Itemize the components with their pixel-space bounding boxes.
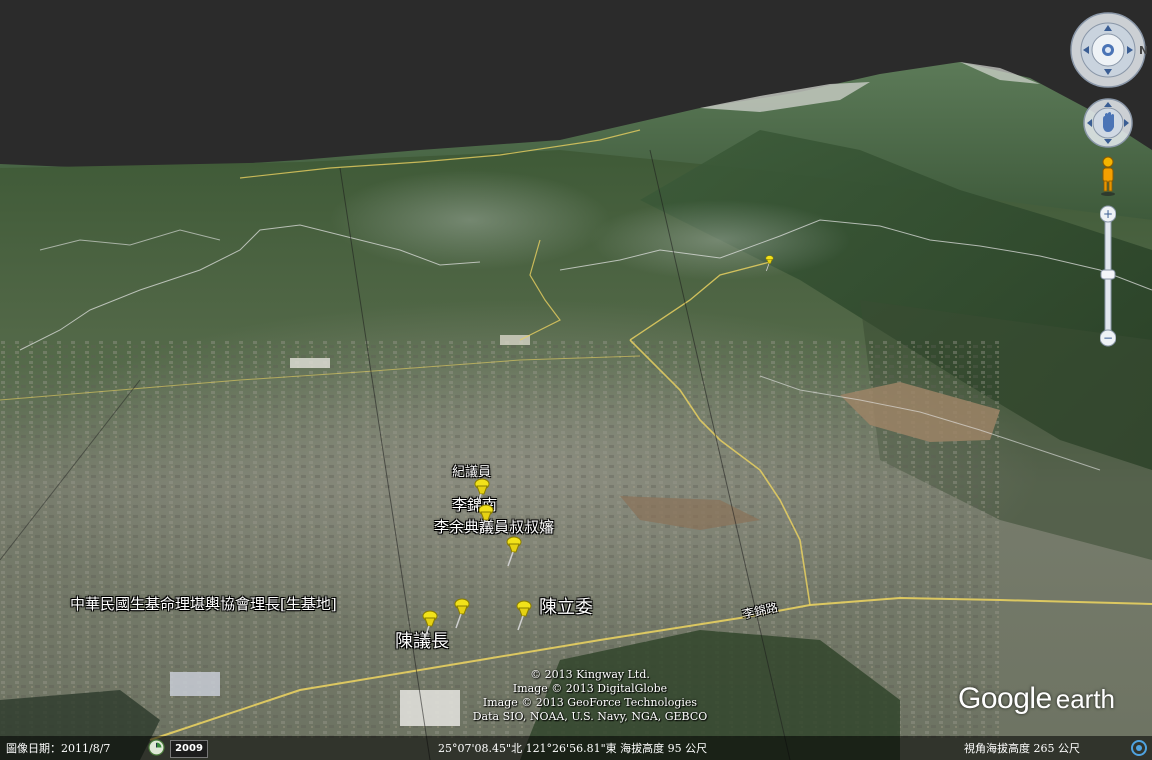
terrain-imagery[interactable]: [0, 0, 1152, 760]
camera-status-icon: [1131, 740, 1147, 756]
pushpin-icon[interactable]: [510, 598, 536, 632]
imagery-date: 圖像日期：2011/8/7: [6, 742, 111, 755]
building: [500, 335, 530, 345]
attribution-line: © 2013 Kingway Ltd.: [530, 668, 650, 681]
historical-year-button[interactable]: 2009: [170, 740, 208, 758]
pushpin-icon[interactable]: [500, 534, 526, 568]
historical-imagery-clock-icon[interactable]: [148, 739, 165, 756]
logo-earth-text: earth: [1055, 684, 1116, 714]
pushpin-icon[interactable]: [416, 608, 442, 642]
move-navigation-control[interactable]: [1082, 97, 1134, 149]
zoom-slider-thumb: [1100, 269, 1116, 280]
placemark-label-association[interactable]: 中華民國生基命理堪輿協會理長[生基地]: [70, 593, 337, 614]
coordinates-readout: 25°07'08.45"北 121°26'56.81"東 海拔高度 95 公尺: [438, 742, 708, 755]
placemark-label-chen-legislator[interactable]: 陳立委: [539, 593, 593, 619]
haze: [590, 200, 850, 280]
attribution-line: Image © 2013 GeoForce Technologies: [482, 696, 698, 709]
building: [170, 672, 220, 696]
pushpin-icon[interactable]: [472, 502, 498, 536]
svg-text:+: +: [1103, 207, 1113, 221]
building: [290, 358, 330, 368]
zoom-slider[interactable]: + −: [1100, 204, 1116, 348]
map-viewport[interactable]: 紀議員 李錦南 李余典議員叔叔嬸 中華民國生基命理堪輿協會理長[生基地] 陳立委…: [0, 0, 1152, 760]
pegman-icon[interactable]: [1097, 156, 1119, 196]
attribution-line: Image © 2013 DigitalGlobe: [512, 682, 668, 695]
svg-text:−: −: [1103, 331, 1113, 345]
pushpin-icon[interactable]: [762, 254, 776, 272]
logo-google-text: Google: [958, 682, 1052, 715]
north-indicator: N: [1139, 44, 1147, 57]
haze: [330, 170, 610, 270]
attribution: © 2013 Kingway Ltd. Image © 2013 Digital…: [430, 668, 750, 724]
look-navigation-ring[interactable]: N: [1069, 11, 1147, 89]
eye-altitude: 視角海拔高度 265 公尺: [964, 742, 1080, 755]
google-earth-logo: Google earth: [958, 682, 1115, 716]
pushpin-icon[interactable]: [448, 596, 474, 630]
attribution-line: Data SIO, NOAA, U.S. Navy, NGA, GEBCO: [472, 710, 708, 723]
